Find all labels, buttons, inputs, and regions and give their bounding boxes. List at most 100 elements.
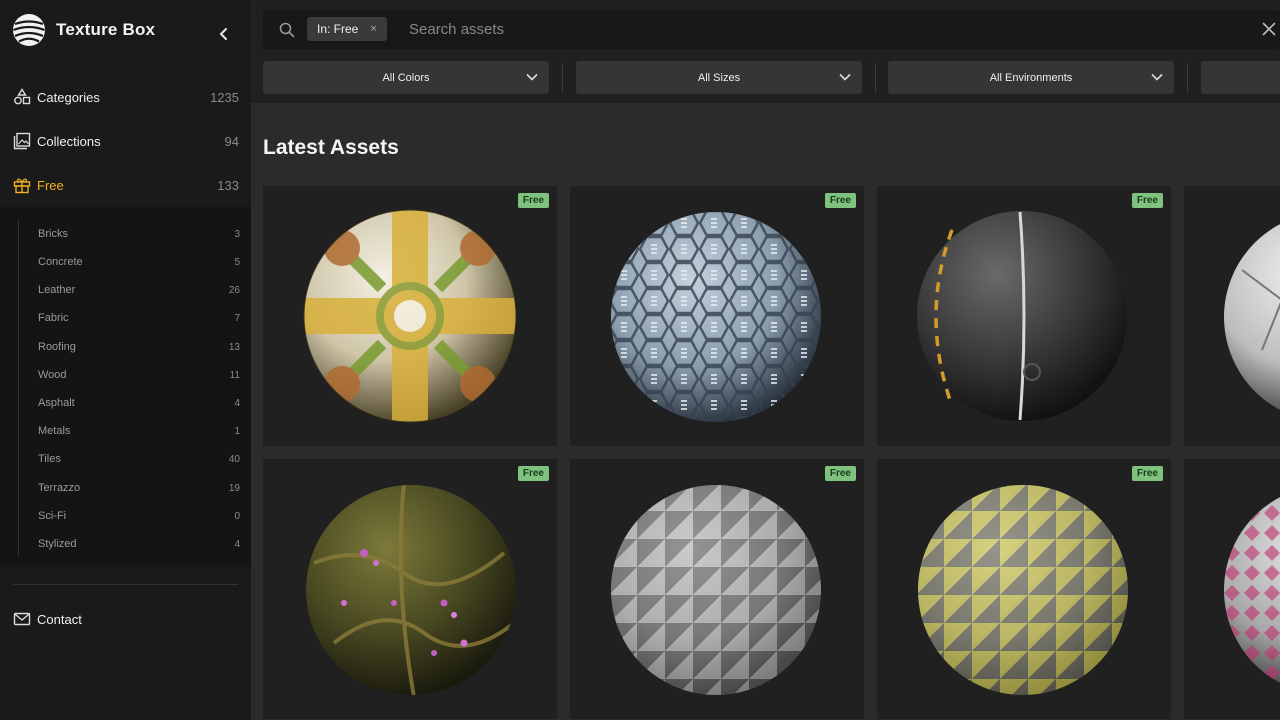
asset-card[interactable]	[1184, 459, 1280, 719]
nav-categories[interactable]: Categories 1235	[0, 77, 251, 117]
main-content: In: Free × All Colors All Sizes All Envi…	[251, 0, 1280, 720]
subnav-label: Leather	[38, 284, 76, 296]
subnav-count: 3	[234, 228, 240, 240]
yellow-gray-triangle-tiles-preview	[918, 485, 1128, 695]
sidebar-divider	[13, 584, 238, 585]
search-input[interactable]	[409, 17, 1229, 42]
subnav-label: Tiles	[38, 453, 61, 465]
nav-count: 94	[224, 133, 239, 149]
tree-line	[18, 219, 19, 557]
nav-collections[interactable]: Collections 94	[0, 121, 251, 161]
gray-triangle-terrazzo-preview	[611, 485, 821, 695]
filter-separator	[1187, 63, 1188, 93]
subnav-label: Metals	[38, 425, 71, 437]
free-badge: Free	[824, 193, 856, 208]
asset-card[interactable]: Free	[570, 186, 864, 446]
environment-filter-dropdown[interactable]: All Environments	[888, 61, 1174, 94]
free-subcategories: Bricks 3 Concrete 5 Leather 26 Fabric 7 Roof…	[0, 207, 251, 567]
nav-label: Categories	[37, 89, 100, 105]
free-badge: Free	[1131, 193, 1163, 208]
subnav-label: Fabric	[38, 312, 69, 324]
subnav-item-wood[interactable]: Wood 11	[38, 365, 240, 385]
more-filter-dropdown[interactable]	[1201, 61, 1280, 94]
subnav-count: 4	[234, 538, 240, 550]
filter-separator	[875, 63, 876, 93]
nav-label: Collections	[37, 133, 101, 149]
subnav-label: Wood	[38, 369, 67, 381]
search-bar: In: Free ×	[263, 10, 1280, 49]
size-filter-dropdown[interactable]: All Sizes	[576, 61, 862, 94]
subnav-label: Terrazzo	[38, 482, 81, 494]
subnav-count: 11	[229, 369, 240, 381]
chevron-down-icon	[839, 73, 851, 81]
asset-card[interactable]: Free	[877, 186, 1171, 446]
collapse-sidebar-icon[interactable]	[214, 24, 234, 44]
subnav-item-metals[interactable]: Metals 1	[38, 421, 240, 441]
subnav-label: Stylized	[38, 538, 77, 550]
subnav-item-terrazzo[interactable]: Terrazzo 19	[38, 478, 240, 498]
subnav-item-concrete[interactable]: Concrete 5	[38, 252, 240, 272]
subnav-item-asphalt[interactable]: Asphalt 4	[38, 393, 240, 413]
subnav-count: 7	[234, 312, 240, 324]
subnav-count: 19	[228, 482, 240, 494]
search-icon	[279, 22, 295, 38]
subnav-item-tiles[interactable]: Tiles 40	[38, 449, 240, 469]
dropdown-label: All Sizes	[697, 71, 741, 84]
subnav-item-leather[interactable]: Leather 26	[38, 280, 240, 300]
asset-card[interactable]: Free	[263, 186, 557, 446]
subnav-item-sci-fi[interactable]: Sci-Fi 0	[38, 506, 240, 526]
subnav-count: 26	[228, 284, 240, 296]
asset-card[interactable]: Free	[570, 459, 864, 719]
nav-count: 133	[217, 177, 239, 193]
subnav-count: 1	[234, 425, 240, 437]
nav-contact[interactable]: Contact	[0, 599, 251, 639]
subnav-label: Asphalt	[38, 397, 75, 409]
subnav-count: 40	[228, 453, 240, 465]
free-badge: Free	[517, 466, 549, 481]
brand-logo-link[interactable]: Texture Box	[12, 12, 242, 48]
shapes-icon	[14, 88, 31, 105]
subnav-count: 4	[234, 397, 240, 409]
color-filter-dropdown[interactable]: All Colors	[263, 61, 549, 94]
asset-card[interactable]	[1184, 186, 1280, 446]
free-badge: Free	[824, 466, 856, 481]
subnav-item-bricks[interactable]: Bricks 3	[38, 224, 240, 244]
nav-free[interactable]: Free 133	[0, 165, 251, 205]
filter-chip[interactable]: In: Free ×	[307, 17, 387, 41]
asset-card[interactable]: Free	[263, 459, 557, 719]
gift-icon	[13, 178, 31, 194]
toolbar: In: Free × All Colors All Sizes All Envi…	[251, 0, 1280, 103]
subnav-label: Sci-Fi	[38, 510, 67, 522]
gallery-icon	[13, 132, 31, 150]
subnav-count: 13	[228, 341, 240, 353]
asphalt-road-preview	[917, 211, 1127, 421]
yellow-ornamental-tiles-preview	[303, 209, 517, 423]
subnav-item-stylized[interactable]: Stylized 4	[38, 534, 240, 554]
subnav-item-roofing[interactable]: Roofing 13	[38, 337, 240, 357]
white-cracked-stone-preview	[1224, 224, 1280, 410]
blue-hexagon-tiles-preview	[611, 212, 821, 422]
subnav-item-fabric[interactable]: Fabric 7	[38, 308, 240, 328]
nav-label: Free	[37, 177, 64, 193]
subnav-label: Roofing	[38, 341, 76, 353]
free-badge: Free	[517, 193, 549, 208]
nav-label: Contact	[37, 611, 82, 627]
mail-icon	[13, 612, 31, 626]
filter-separator	[562, 63, 563, 93]
free-badge: Free	[1131, 466, 1163, 481]
section-heading: Latest Assets	[263, 136, 399, 159]
subnav-label: Concrete	[38, 256, 83, 268]
clear-search-icon[interactable]	[1262, 22, 1276, 36]
subnav-count: 0	[234, 510, 240, 522]
pink-pattern-tiles-preview	[1224, 485, 1280, 695]
chevron-down-icon	[526, 73, 538, 81]
subnav-count: 5	[234, 256, 240, 268]
remove-filter-icon[interactable]: ×	[370, 23, 376, 35]
filter-chip-label: In: Free	[317, 22, 359, 36]
nav-count: 1235	[210, 89, 239, 105]
dropdown-label: All Colors	[382, 71, 430, 84]
dropdown-label: All Environments	[989, 71, 1073, 84]
mossy-ground-flowers-preview	[306, 485, 516, 695]
asset-card[interactable]: Free	[877, 459, 1171, 719]
brand-name: Texture Box	[56, 20, 156, 39]
